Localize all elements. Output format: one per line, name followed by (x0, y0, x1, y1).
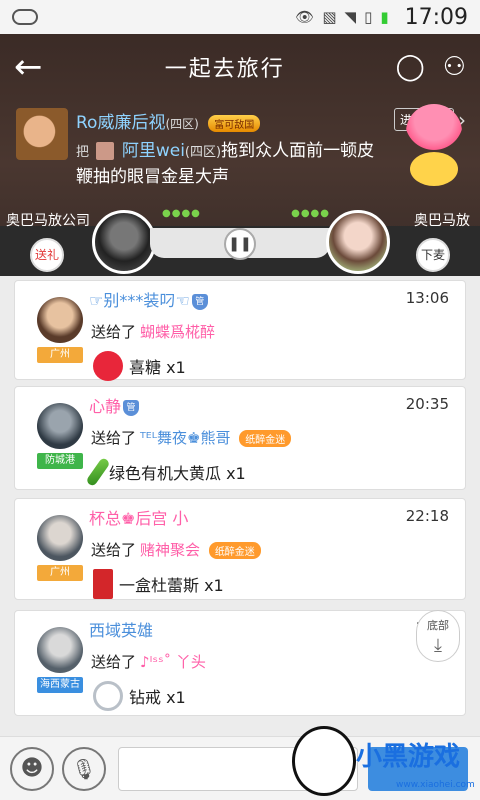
volume-dots-left: ●●●● (162, 208, 201, 219)
admin-shield-icon: 管 (191, 293, 208, 310)
sender-name[interactable]: 心静管 (89, 393, 140, 417)
broadcast-line-1: 把 阿里wei(四区)拖到众人面前一顿皮 (76, 141, 375, 161)
cartoon-sticker-icon (410, 152, 458, 186)
location-badge: 广州 (37, 347, 83, 363)
sent-text: 送给了 ᵀᴱᴸ舞夜♚熊哥 纸醉金迷 (91, 427, 292, 448)
leave-mic-button[interactable]: 下麦 (416, 238, 450, 272)
box-icon (93, 569, 113, 599)
gift-line: 喜糖 x1 (93, 351, 186, 381)
sent-text: 送给了 蝴蝶爲椛醉 (91, 323, 216, 341)
notification-icon (12, 9, 38, 25)
message-time: 13:06 (405, 289, 449, 307)
candy-icon (93, 351, 123, 381)
list-item: 广州 杯总♚后宫 小 22:18 送给了 赌神聚会 纸醉金迷 一盒杜蕾斯 x1 (14, 498, 466, 600)
avatar[interactable] (37, 627, 83, 673)
people-icon[interactable]: ⚇ (443, 52, 466, 82)
title-tag: 纸醉金迷 (208, 542, 261, 559)
right-mic-avatar[interactable] (326, 210, 390, 274)
back-arrow-icon[interactable]: ← (14, 50, 54, 84)
avatar[interactable] (37, 297, 83, 343)
sender-name[interactable]: 西域英雄 (89, 617, 153, 641)
gift-button[interactable]: 送礼 (30, 238, 64, 272)
avatar[interactable] (37, 515, 83, 561)
broadcast-banner: Ro威廉后视(四区) 富可敌国 进入全国 › 把 阿里wei(四区)拖到众人面前… (16, 108, 466, 198)
wifi-icon: ◥ (344, 8, 357, 26)
mic-player-bar: 奥巴马放公司 奥巴马放 送礼 ●●●● ●●●● ❚❚ 下麦 (0, 200, 480, 278)
status-time: 17:09 (404, 4, 468, 30)
speech-bubble-icon[interactable]: ◯ (396, 52, 425, 82)
message-time: 20:35 (405, 395, 449, 413)
watermark-url: www.xiaohei.com (396, 780, 475, 790)
left-mic-avatar[interactable] (92, 210, 156, 274)
eye-icon: 👁 (295, 8, 315, 26)
gift-line: 一盒杜蕾斯 x1 (93, 569, 224, 599)
scroll-to-bottom-button[interactable]: 底部 ⤓ (416, 610, 460, 662)
battery-icon: ▮ (380, 8, 389, 26)
watermark-logo: 小黑游戏 (356, 742, 461, 772)
wealth-badge: 富可敌国 (208, 114, 261, 132)
microphone-icon[interactable]: 🎙 (62, 747, 106, 791)
broadcast-avatar (16, 108, 68, 160)
status-icons: 👁 ▧ ◥ ▯ ▮ 17:09 (295, 5, 468, 30)
room-title: 一起去旅行 (164, 57, 285, 82)
title-tag: 纸醉金迷 (239, 430, 292, 447)
pause-icon[interactable]: ❚❚ (224, 228, 256, 260)
panda-watermark-icon (292, 726, 356, 796)
victim-avatar (96, 142, 115, 160)
location-badge: 海西蒙古 (37, 677, 83, 693)
location-badge: 广州 (37, 565, 83, 581)
arrow-down-icon: ⤓ (434, 635, 442, 656)
sender-name[interactable]: 杯总♚后宫 小 (89, 505, 188, 529)
location-badge: 防城港 (37, 453, 83, 469)
broadcast-user: Ro威廉后视(四区) 富可敌国 (76, 108, 261, 133)
emoji-icon[interactable]: ☻ (10, 747, 54, 791)
broadcast-line-2: 鞭抽的眼冒金星大声 (76, 167, 229, 187)
status-bar: 👁 ▧ ◥ ▯ ▮ 17:09 (0, 0, 480, 34)
sent-text: 送给了 ♪ᴵˢˢ˚ 丫头 (91, 653, 206, 671)
right-mic-name: 奥巴马放 (414, 213, 470, 229)
message-time: 22:18 (405, 507, 449, 525)
volume-dots-right: ●●●● (291, 208, 330, 219)
sim-icon: ▯ (364, 8, 373, 26)
avatar[interactable] (37, 403, 83, 449)
sent-text: 送给了 赌神聚会 纸醉金迷 (91, 539, 261, 560)
signal-icon: ▧ (322, 8, 337, 26)
left-mic-name: 奥巴马放公司 (6, 213, 90, 229)
gift-line: 绿色有机大黄瓜 x1 (85, 456, 246, 488)
gift-line: 钻戒 x1 (93, 681, 186, 711)
list-item: 防城港 心静管 20:35 送给了 ᵀᴱᴸ舞夜♚熊哥 纸醉金迷 绿色有机大黄瓜 x… (14, 386, 466, 490)
list-item: 广州 ☞别***装叼☜ 管 13:06 送给了 蝴蝶爲椛醉 喜糖 x1 (14, 280, 466, 381)
cucumber-icon (85, 456, 111, 488)
list-item: 海西蒙古 西域英雄 1 送给了♪ᴵˢˢ˚ 丫头 钻戒 x1 (14, 610, 466, 716)
nav-bar: ← 一起去旅行 ◯ ⚇ (0, 34, 480, 100)
admin-shield-icon: 管 (123, 399, 140, 416)
ring-icon (93, 681, 123, 711)
sender-name[interactable]: ☞别***装叼☜ 管 (89, 287, 208, 311)
